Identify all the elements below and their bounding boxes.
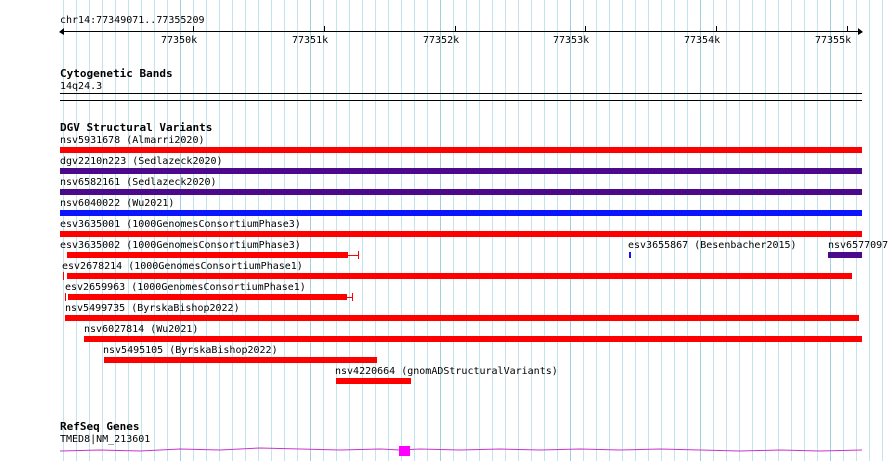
variant-confidence-tick: [358, 251, 359, 259]
cytoband-bar-bottom: [60, 100, 862, 101]
ruler-tick: [847, 26, 848, 32]
cytoband-label: 14q24.3: [60, 81, 103, 92]
refseq-track-title[interactable]: RefSeq Genes: [60, 421, 139, 433]
variant-bar[interactable]: [60, 189, 862, 195]
variant-bar[interactable]: [68, 294, 347, 300]
ruler-tick-label: 77353k: [553, 35, 590, 46]
variant-label[interactable]: esv3635002 (1000GenomesConsortiumPhase3): [60, 240, 301, 251]
variant-bar[interactable]: [104, 357, 377, 363]
ruler-tick-label: 77350k: [161, 35, 198, 46]
ruler-tick: [193, 26, 194, 32]
variant-label[interactable]: esv3635001 (1000GenomesConsortiumPhase3): [60, 219, 301, 230]
gene-exon: [399, 446, 410, 456]
variant-bar[interactable]: [828, 252, 862, 258]
variant-bar[interactable]: [60, 231, 862, 237]
ruler-axis: [62, 31, 860, 32]
cytoband-bar-top: [60, 93, 862, 94]
dgv-track-title[interactable]: DGV Structural Variants: [60, 122, 212, 134]
variant-bar[interactable]: [60, 168, 862, 174]
variant-bar[interactable]: [60, 147, 862, 153]
ruler-tick: [716, 26, 717, 32]
variant-label[interactable]: nsv6582161 (Sedlazeck2020): [60, 177, 217, 188]
ruler-tick: [455, 26, 456, 32]
variant-label[interactable]: esv2678214 (1000GenomesConsortiumPhase1): [62, 261, 303, 272]
variant-bar[interactable]: [629, 252, 631, 258]
ruler-tick-label: 77352k: [423, 35, 460, 46]
variant-bar[interactable]: [67, 252, 348, 258]
ruler-tick-label: 77351k: [292, 35, 329, 46]
ruler-tick-label: 77354k: [684, 35, 721, 46]
ruler-tick: [585, 26, 586, 32]
variant-bar[interactable]: [84, 336, 862, 342]
variant-confidence-tick: [352, 293, 353, 301]
variant-label[interactable]: nsv6577097: [828, 240, 888, 251]
variant-confidence-tick: [63, 272, 64, 280]
variant-label[interactable]: esv3655867 (Besenbacher2015): [628, 240, 797, 251]
variant-label[interactable]: esv2659963 (1000GenomesConsortiumPhase1): [65, 282, 306, 293]
ruler-left-arrow-icon: [59, 28, 64, 35]
grid-line: [869, 0, 870, 461]
genome-browser: chr14:77349071..77355209 77350k 77351k 773…: [0, 0, 890, 461]
variant-label[interactable]: nsv4220664 (gnomADStructuralVariants): [335, 366, 558, 377]
variant-label[interactable]: nsv5931678 (Almarri2020): [60, 135, 205, 146]
variant-label[interactable]: nsv6027814 (Wu2021): [84, 324, 198, 335]
grid-line: [882, 0, 883, 461]
variant-label[interactable]: nsv6040022 (Wu2021): [60, 198, 174, 209]
cytoband-track-title[interactable]: Cytogenetic Bands: [60, 68, 173, 80]
variant-label[interactable]: nsv5495105 (ByrskaBishop2022): [103, 345, 278, 356]
ruler-right-arrow-icon: [858, 28, 863, 35]
variant-bar[interactable]: [65, 315, 859, 321]
gene-intron-line: [60, 447, 862, 452]
variant-bar[interactable]: [60, 210, 862, 216]
variant-bar[interactable]: [336, 378, 411, 384]
variant-confidence-tick: [65, 293, 66, 301]
variant-label[interactable]: dgv2210n223 (Sedlazeck2020): [60, 156, 223, 167]
location-label: chr14:77349071..77355209: [60, 15, 205, 26]
ruler-tick-label: 77355k: [815, 35, 852, 46]
ruler-tick: [324, 26, 325, 32]
gene-model[interactable]: [60, 444, 862, 458]
variant-bar[interactable]: [67, 273, 852, 279]
variant-label[interactable]: nsv5499735 (ByrskaBishop2022): [65, 303, 240, 314]
variant-confidence-interval: [348, 255, 358, 256]
